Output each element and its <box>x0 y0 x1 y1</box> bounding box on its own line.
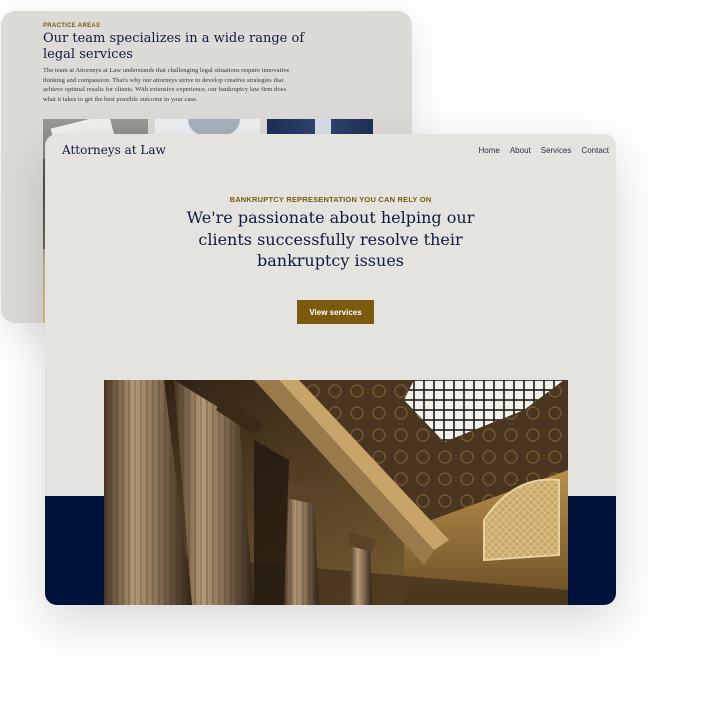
hero-eyebrow: BANKRUPTCY REPRESENTATION YOU CAN RELY O… <box>229 195 432 204</box>
nav-services[interactable]: Services <box>541 146 572 155</box>
nav-home[interactable]: Home <box>478 146 499 155</box>
nav-links: Home About Services Contact <box>478 146 609 155</box>
hero-title: We're passionate about helping our clien… <box>186 208 475 270</box>
courthouse-columns-photo <box>104 380 568 605</box>
practice-areas-eyebrow: PRACTICE AREAS <box>43 23 101 29</box>
homepage-card: Attorneys at Law Home About Services Con… <box>45 134 616 605</box>
view-services-button[interactable]: View services <box>297 300 374 324</box>
practice-areas-description: The team at Attorneys at Law understands… <box>43 67 290 103</box>
top-navigation: Attorneys at Law Home About Services Con… <box>45 134 616 166</box>
practice-areas-heading: Our team specializes in a wide range of … <box>43 31 305 62</box>
nav-about[interactable]: About <box>510 146 531 155</box>
site-logo[interactable]: Attorneys at Law <box>62 143 166 157</box>
nav-contact[interactable]: Contact <box>581 146 609 155</box>
